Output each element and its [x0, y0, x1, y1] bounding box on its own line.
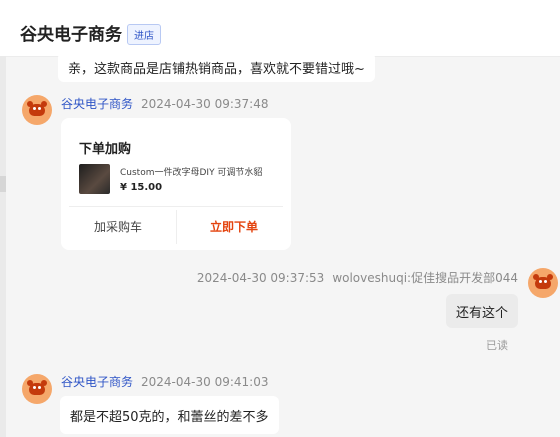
message-meta: 2024-04-30 09:37:53 woloveshuqi:促佳搜品开发部04…: [197, 269, 518, 286]
message-text: 亲，这款商品是店铺热销商品，喜欢就不要错过哦~: [68, 61, 365, 77]
scroll-handle[interactable]: [0, 176, 6, 192]
message-bubble: 都是不超50克的，和蕾丝的差不多: [60, 396, 279, 434]
sender-name: 谷央电子商务: [61, 97, 134, 111]
chat-header: 谷央电子商务 进店: [0, 0, 560, 57]
user-avatar[interactable]: [528, 268, 558, 298]
add-to-cart-button[interactable]: 加采购车: [61, 207, 175, 245]
card-title: 下单加购: [79, 142, 132, 157]
message-text: 都是不超50克的，和蕾丝的差不多: [70, 409, 269, 425]
product-thumbnail[interactable]: [79, 164, 110, 194]
message-time: 2024-04-30 09:37:53: [196, 271, 325, 285]
enter-shop-button[interactable]: 进店: [127, 24, 161, 45]
order-card: 下单加购 Custom一件改字母DIY 可调节水貂 ¥ 15.00 加采购车 立…: [61, 118, 291, 250]
message-time: 2024-04-30 09:37:48: [141, 97, 269, 111]
product-name[interactable]: Custom一件改字母DIY 可调节水貂: [120, 165, 276, 178]
sender-name: woloveshuqi:促佳搜品开发部044: [332, 271, 518, 285]
message-meta: 谷央电子商务 2024-04-30 09:37:48: [61, 95, 268, 112]
message-text: 还有这个: [456, 305, 509, 321]
read-status: 已读: [486, 339, 508, 352]
left-panel-edge: [0, 56, 6, 437]
seller-avatar[interactable]: [22, 374, 52, 404]
message-bubble: 亲，这款商品是店铺热销商品，喜欢就不要错过哦~: [58, 52, 375, 82]
message-meta: 谷央电子商务 2024-04-30 09:41:03: [61, 373, 268, 390]
message-bubble: 还有这个: [446, 294, 519, 328]
message-time: 2024-04-30 09:41:03: [141, 375, 269, 389]
sender-name: 谷央电子商务: [61, 375, 134, 389]
product-price: ¥ 15.00: [120, 182, 163, 193]
shop-name[interactable]: 谷央电子商务: [20, 20, 122, 45]
seller-avatar[interactable]: [22, 95, 52, 125]
buy-now-button[interactable]: 立即下单: [177, 207, 291, 245]
